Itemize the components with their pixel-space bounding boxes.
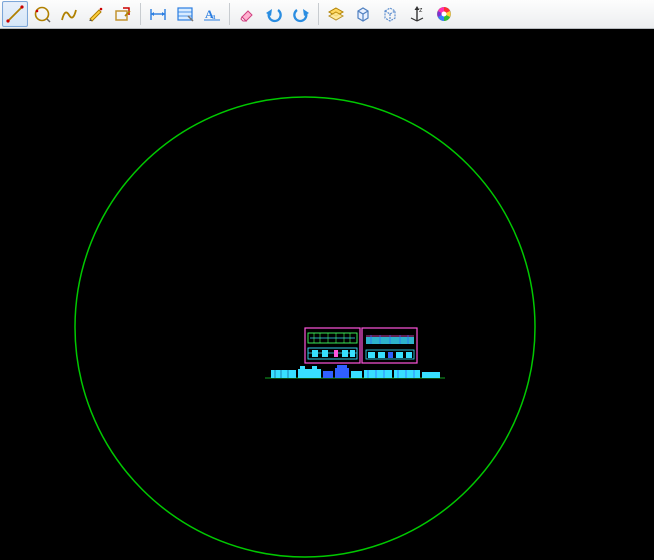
layers-tool[interactable] bbox=[323, 1, 349, 27]
isometric-tool[interactable] bbox=[377, 1, 403, 27]
text-tool[interactable]: Aa bbox=[199, 1, 225, 27]
erase-tool[interactable] bbox=[234, 1, 260, 27]
toolbar-separator bbox=[140, 3, 141, 25]
svg-text:z: z bbox=[419, 7, 423, 14]
dimension-tool[interactable] bbox=[145, 1, 171, 27]
color-tool[interactable] bbox=[431, 1, 457, 27]
toolbar-separator bbox=[318, 3, 319, 25]
undo-tool[interactable] bbox=[261, 1, 287, 27]
toolbar-separator bbox=[229, 3, 230, 25]
box-3d-tool[interactable] bbox=[350, 1, 376, 27]
drawing-circle bbox=[75, 97, 535, 557]
hatch-tool[interactable] bbox=[172, 1, 198, 27]
edit-tool[interactable] bbox=[83, 1, 109, 27]
polyline-tool[interactable] bbox=[56, 1, 82, 27]
redo-tool[interactable] bbox=[288, 1, 314, 27]
main-toolbar: Aa z bbox=[0, 0, 654, 29]
edit-region-tool[interactable] bbox=[110, 1, 136, 27]
z-axis-tool[interactable]: z bbox=[404, 1, 430, 27]
drawing-canvas[interactable] bbox=[0, 29, 654, 560]
drawing-block bbox=[265, 328, 445, 378]
circle-tool[interactable] bbox=[29, 1, 55, 27]
line-tool[interactable] bbox=[2, 1, 28, 27]
canvas-svg bbox=[0, 29, 654, 560]
